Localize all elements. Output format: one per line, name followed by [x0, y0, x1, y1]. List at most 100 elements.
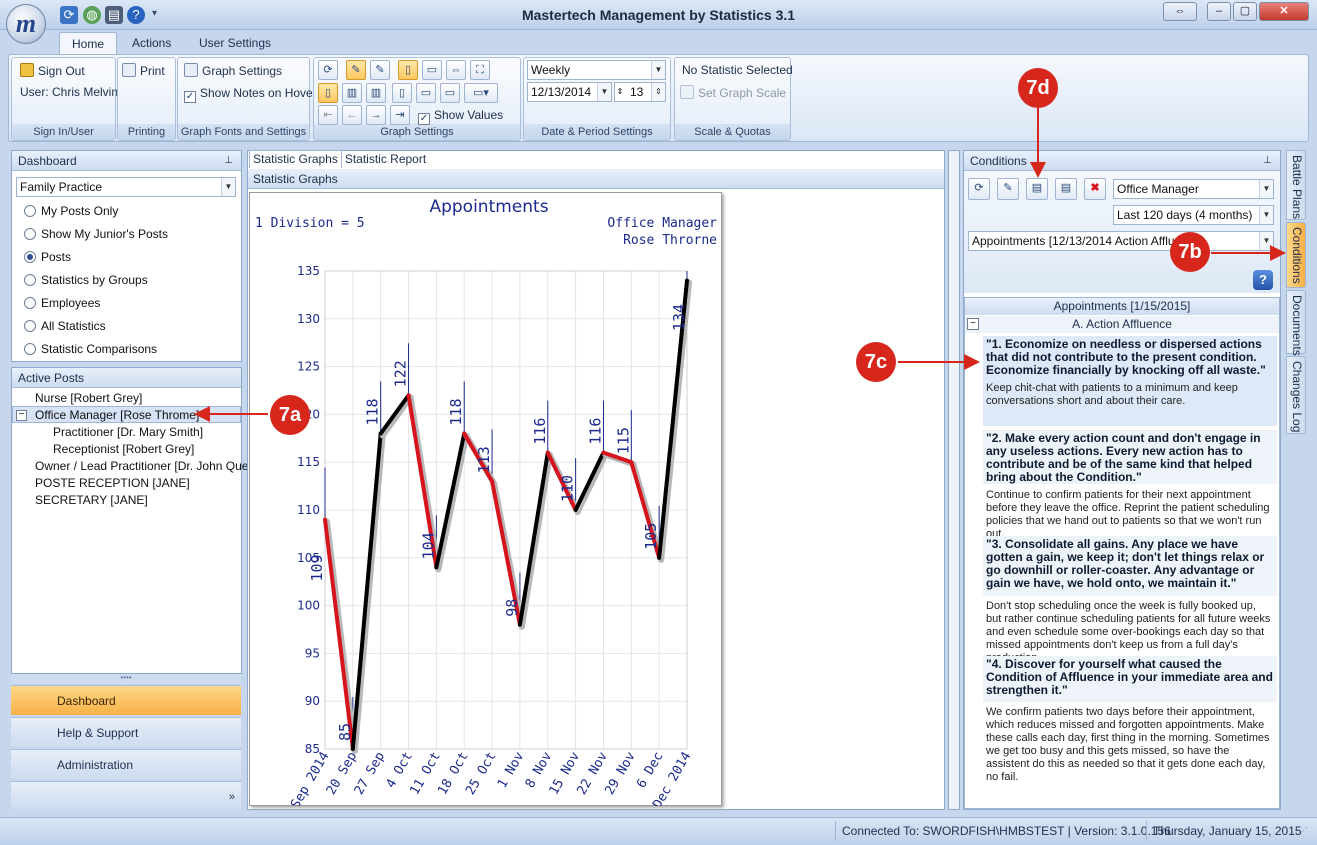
statistic-select[interactable]: Appointments [12/13/2014 Action Affluenc… [968, 231, 1274, 251]
count-stepper[interactable]: ⇕ 13 ⇕ [614, 82, 666, 102]
edit-alt-icon[interactable]: ✎ [370, 60, 390, 80]
printer-icon[interactable]: ▤ [1055, 178, 1077, 200]
condition-step-action[interactable]: Don't stop scheduling once the week is f… [983, 598, 1277, 664]
dashboard-option[interactable]: Show My Junior's Posts [24, 227, 168, 241]
side-tab-documents[interactable]: Documents [1286, 290, 1306, 356]
dashboard-option[interactable]: Statistics by Groups [24, 273, 148, 287]
doc-tab-statistic-graphs[interactable]: Statistic Graphs [249, 150, 342, 168]
data-value-label: 116 [586, 418, 604, 445]
condition-step-action[interactable]: We confirm patients two days before thei… [983, 704, 1277, 783]
sign-out-button[interactable]: Sign Out [20, 63, 85, 78]
condition-step-action[interactable]: Keep chit-chat with patients to a minimu… [983, 380, 1277, 426]
nav-dashboard[interactable]: Dashboard [11, 685, 241, 715]
active-post-item[interactable]: SECRETARY [JANE] [35, 493, 148, 507]
maximize-button[interactable]: ▢ [1233, 2, 1257, 21]
previous-icon[interactable]: ← [342, 105, 362, 125]
layout-2-icon[interactable]: ▥ [342, 83, 362, 103]
layout-1-icon[interactable]: ▯ [318, 83, 338, 103]
refresh-icon[interactable]: ⟳ [968, 178, 990, 200]
collapse-icon[interactable]: − [16, 410, 27, 421]
edit-document-icon[interactable]: ✎ [997, 178, 1019, 200]
dashboard-selector[interactable]: Family Practice ▼ [16, 177, 236, 197]
side-tab-changes-log[interactable]: Changes Log [1286, 356, 1306, 434]
chevron-down-icon: ▼ [1259, 232, 1273, 250]
splitter-handle[interactable]: •••• [11, 674, 241, 684]
side-tab-battle-plans[interactable]: Battle Plans [1286, 150, 1306, 220]
dashboard-option[interactable]: Statistic Comparisons [24, 342, 157, 356]
radio-icon [24, 343, 36, 355]
close-button[interactable]: ✕ [1259, 2, 1309, 21]
tab-actions[interactable]: Actions [120, 32, 183, 54]
auto-layout-dropdown-icon[interactable]: ▭▾ [464, 83, 498, 103]
app-logo[interactable]: m [6, 4, 46, 44]
dashboard-option[interactable]: My Posts Only [24, 204, 118, 218]
refresh-graph-icon[interactable]: ⟳ [318, 60, 338, 80]
data-value-label: 115 [614, 427, 632, 454]
period-select[interactable]: Weekly ▼ [527, 60, 666, 80]
condition-step-action[interactable]: Continue to confirm patients for their n… [983, 487, 1277, 540]
show-values-checkbox[interactable]: ✓ Show Values [418, 108, 503, 125]
status-date: Thursday, January 15, 2015 [1146, 821, 1308, 841]
collapsed-panel[interactable] [948, 150, 960, 810]
double-chevron-icon: » [228, 791, 235, 803]
dashboard-option[interactable]: Employees [24, 296, 100, 310]
fit-page-icon[interactable]: ⛶ [470, 60, 490, 80]
next-icon[interactable]: → [366, 105, 386, 125]
resize-grip-icon[interactable]: ⋰ [1298, 826, 1308, 837]
last-icon[interactable]: ⇥ [390, 105, 410, 125]
post-select-value: Office Manager [1117, 182, 1199, 196]
show-values-label: Show Values [434, 108, 504, 122]
range-select[interactable]: Last 120 days (4 months) ▼ [1113, 205, 1274, 225]
tab-user-settings[interactable]: User Settings [187, 32, 283, 54]
set-graph-scale-button[interactable]: Set Graph Scale [680, 85, 786, 100]
dashboard-option[interactable]: All Statistics [24, 319, 106, 333]
post-select[interactable]: Office Manager ▼ [1113, 179, 1274, 199]
restore-icon[interactable]: ⇔ [1163, 2, 1197, 21]
fit-width-icon[interactable]: ⇔ [446, 60, 466, 80]
segment-shadow [435, 432, 470, 573]
doc-tab-statistic-report[interactable]: Statistic Report [343, 151, 428, 168]
date-picker[interactable]: 12/13/2014 ▼ [527, 82, 612, 102]
active-post-item[interactable]: Nurse [Robert Grey] [35, 391, 142, 405]
nav-administration[interactable]: Administration [11, 749, 241, 779]
callout-7c: 7c [856, 342, 896, 382]
layout-4-icon[interactable]: ▯ [392, 83, 412, 103]
graph-settings-button[interactable]: Graph Settings [184, 63, 282, 78]
help-icon[interactable]: ? [1253, 270, 1273, 290]
nav-help-support[interactable]: Help & Support [11, 717, 241, 747]
segment-shadow [379, 394, 414, 439]
delete-icon[interactable]: ✖ [1084, 178, 1106, 200]
data-value-label: 85 [336, 723, 354, 741]
pin-icon[interactable]: ⊥ [224, 151, 233, 171]
first-icon[interactable]: ⇤ [318, 105, 338, 125]
data-value-label: 118 [447, 398, 465, 425]
active-post-item[interactable]: Receptionist [Robert Grey] [53, 442, 194, 456]
dashboard-option[interactable]: Posts [24, 250, 71, 264]
data-value-label: 104 [419, 532, 437, 559]
graph-panel-title: Statistic Graphs [248, 169, 944, 189]
side-tab-conditions[interactable]: Conditions [1286, 222, 1306, 288]
dashboard-selector-value: Family Practice [20, 180, 103, 194]
page-portrait-icon[interactable]: ▯ [398, 60, 418, 80]
radio-icon [24, 320, 36, 332]
edit-icon[interactable]: ✎ [346, 60, 366, 80]
active-post-item[interactable]: Owner / Lead Practitioner [Dr. John Que] [35, 459, 252, 473]
layout-5-icon[interactable]: ▭ [416, 83, 436, 103]
group-label: Scale & Quotas [675, 124, 790, 140]
pin-icon[interactable]: ⊥ [1263, 151, 1272, 171]
print-button[interactable]: Print [122, 63, 165, 78]
open-document-icon[interactable]: ▤ [1026, 178, 1048, 200]
layout-6-icon[interactable]: ▭ [440, 83, 460, 103]
active-post-item[interactable]: Practitioner [Dr. Mary Smith] [53, 425, 203, 439]
active-post-item[interactable]: Office Manager [Rose Throme] [35, 408, 199, 422]
show-notes-checkbox[interactable]: ✓ Show Notes on Hover [184, 86, 317, 103]
radio-icon [24, 251, 36, 263]
scale-icon [680, 85, 694, 99]
minimize-button[interactable]: – [1207, 2, 1231, 21]
collapse-icon[interactable]: − [967, 318, 979, 330]
page-landscape-icon[interactable]: ▭ [422, 60, 442, 80]
tab-home[interactable]: Home [59, 32, 118, 54]
nav-overflow[interactable]: » [11, 781, 241, 809]
layout-3-icon[interactable]: ▥ [366, 83, 386, 103]
active-post-item[interactable]: POSTE RECEPTION [JANE] [35, 476, 190, 490]
